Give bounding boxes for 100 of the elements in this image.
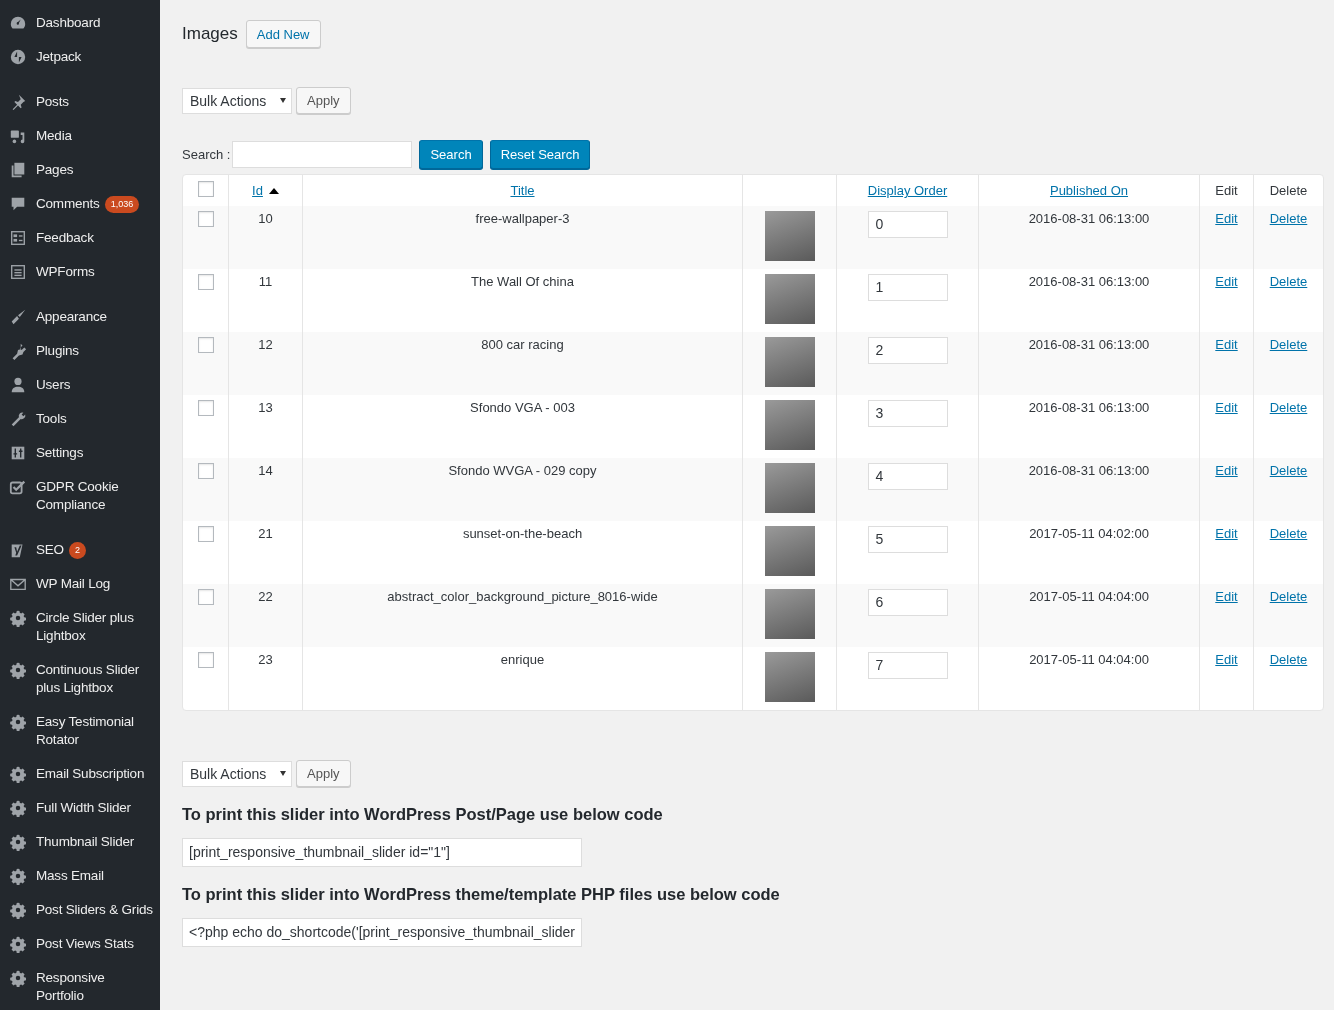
column-header: Edit [1215, 183, 1238, 198]
bulk-actions-select[interactable]: Bulk Actions [182, 760, 292, 787]
sidebar-item-label[interactable]: Media [36, 127, 72, 145]
search-field[interactable] [232, 141, 413, 168]
row-checkbox[interactable] [197, 337, 214, 353]
sidebar-item-label[interactable]: Post Sliders & Grids [36, 901, 153, 919]
reset-search-button[interactable]: Reset Search [489, 140, 591, 169]
sidebar-item-label[interactable]: Dashboard [36, 14, 101, 32]
row-checkbox[interactable] [197, 274, 214, 290]
sidebar-item-label[interactable]: Tools [36, 410, 67, 428]
id-cell: 22 [229, 584, 303, 647]
edit-link[interactable]: Edit [1215, 652, 1238, 667]
gear-icon [8, 765, 28, 783]
edit-link[interactable]: Edit [1215, 400, 1238, 415]
delete-link[interactable]: Delete [1269, 463, 1308, 478]
row-checkbox[interactable] [197, 589, 214, 605]
sidebar-item-label[interactable]: Users [36, 376, 71, 394]
id-cell: 10 [229, 206, 303, 269]
title-cell: free-wallpaper-3 [303, 206, 743, 269]
sidebar-item-label[interactable]: Pages [36, 161, 74, 179]
column-sort-link[interactable]: Display Order [867, 183, 948, 198]
sidebar-item-label[interactable]: Full Width Slider [36, 799, 131, 817]
date-cell: 2017-05-11 04:04:00 [979, 584, 1200, 647]
sidebar-item-label[interactable]: Posts [36, 93, 69, 111]
sidebar-item-label[interactable]: Circle Slider plus Lightbox [36, 609, 134, 645]
sidebar-item-label[interactable]: Comments [36, 195, 100, 213]
delete-link[interactable]: Delete [1269, 337, 1308, 352]
column-sort-link[interactable]: Id [252, 183, 263, 198]
sidebar-item-label[interactable]: Post Views Stats [36, 935, 134, 953]
page-title: Images [182, 24, 238, 44]
sidebar-item-label[interactable]: Continuous Slider plus Lightbox [36, 661, 140, 697]
date-cell: 2016-08-31 06:13:00 [979, 332, 1200, 395]
row-checkbox[interactable] [197, 463, 214, 479]
sidebar-item-label[interactable]: WP Mail Log [36, 575, 111, 593]
row-checkbox[interactable] [197, 652, 214, 668]
sidebar-item-label[interactable]: Mass Email [36, 867, 104, 885]
apply-button[interactable]: Apply [296, 87, 351, 114]
display-order-field[interactable]: 6 [867, 589, 948, 616]
display-order-field[interactable]: 1 [867, 274, 948, 301]
display-order-field[interactable]: 2 [867, 337, 948, 364]
gear-icon [8, 661, 28, 679]
delete-link[interactable]: Delete [1269, 211, 1308, 226]
edit-link[interactable]: Edit [1215, 211, 1238, 226]
apply-button[interactable]: Apply [296, 760, 351, 787]
column-sort-link[interactable]: Published On [1049, 183, 1129, 198]
gear-icon [8, 969, 28, 987]
sidebar-item-label[interactable]: Feedback [36, 229, 94, 247]
edit-link[interactable]: Edit [1215, 526, 1238, 541]
row-checkbox[interactable] [197, 211, 214, 227]
sidebar-item-label[interactable]: Easy Testimonial Rotator [36, 713, 134, 749]
row-checkbox[interactable] [197, 526, 214, 542]
display-order-field[interactable]: 0 [867, 211, 948, 238]
row-checkbox[interactable] [197, 400, 214, 416]
display-order-field[interactable]: 4 [867, 463, 948, 490]
sidebar-item-label[interactable]: Responsive Portfolio [36, 969, 105, 1005]
id-cell: 23 [229, 647, 303, 710]
sidebar-item-label[interactable]: Thumbnail Slider [36, 833, 135, 851]
sidebar-item-label[interactable]: GDPR Cookie Compliance [36, 478, 119, 514]
shortcode-field[interactable]: [print_responsive_thumbnail_slider id="1"] [182, 838, 582, 867]
column-header: Delete [1269, 183, 1308, 198]
search-label: Search : [182, 147, 231, 162]
sidebar-item-label[interactable]: Settings [36, 444, 84, 462]
display-order-field[interactable]: 7 [867, 652, 948, 679]
bolt-circle-icon [8, 48, 28, 66]
sidebar-item-label[interactable]: Appearance [36, 308, 107, 326]
shortcode-heading: To print this slider into WordPress Post/Page use below code [182, 805, 664, 824]
search-button[interactable]: Search [419, 140, 483, 169]
edit-link[interactable]: Edit [1215, 337, 1238, 352]
delete-link[interactable]: Delete [1269, 589, 1308, 604]
gear-icon [8, 867, 28, 885]
bulk-actions-select[interactable]: Bulk Actions [182, 87, 292, 114]
delete-link[interactable]: Delete [1269, 400, 1308, 415]
add-new-button[interactable]: Add New [245, 20, 321, 48]
count-badge: 2 [68, 541, 86, 559]
sidebar-item-label[interactable]: Email Subscription [36, 765, 145, 783]
sidebar-item-label[interactable]: SEO [36, 541, 64, 559]
gear-icon [8, 609, 28, 627]
sidebar-item-label[interactable]: WPForms [36, 263, 95, 281]
shortcode-field[interactable]: <?php echo do_shortcode('[print_responsive_thumbnail_slider [182, 918, 582, 947]
edit-link[interactable]: Edit [1215, 589, 1238, 604]
delete-link[interactable]: Delete [1269, 274, 1308, 289]
display-order-field[interactable]: 3 [867, 400, 948, 427]
column-sort-link[interactable]: Title [510, 183, 535, 198]
sidebar-item-label[interactable]: Plugins [36, 342, 79, 360]
gear-icon [8, 935, 28, 953]
select-all-checkbox[interactable] [197, 181, 214, 197]
date-cell: 2016-08-31 06:13:00 [979, 458, 1200, 521]
gear-icon [8, 901, 28, 919]
delete-link[interactable]: Delete [1269, 652, 1308, 667]
photo-placeholder [764, 211, 815, 261]
edit-link[interactable]: Edit [1215, 463, 1238, 478]
checkbox-icon [8, 478, 28, 496]
title-cell: 800 car racing [303, 332, 743, 395]
photo-placeholder [764, 337, 815, 387]
delete-link[interactable]: Delete [1269, 526, 1308, 541]
edit-link[interactable]: Edit [1215, 274, 1238, 289]
gear-icon [8, 833, 28, 851]
display-order-field[interactable]: 5 [867, 526, 948, 553]
shortcode-heading: To print this slider into WordPress theme/template PHP files use below code [182, 885, 781, 904]
sidebar-item-label[interactable]: Jetpack [36, 48, 82, 66]
